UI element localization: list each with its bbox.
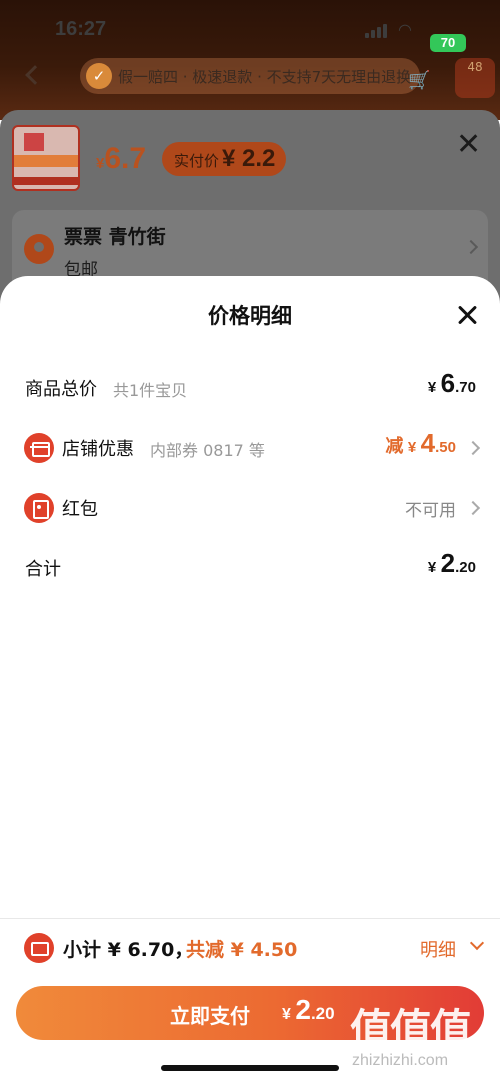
- guarantee-text: 假一赔四 · 极速退款 · 不支持7天无理由退换: [118, 68, 412, 86]
- battery-icon: 70: [430, 34, 466, 52]
- home-indicator[interactable]: [161, 1065, 339, 1071]
- background-price: ¥6.7: [96, 142, 147, 175]
- shop-icon: [24, 433, 54, 463]
- status-bar: 16:27 ◠ 70: [0, 12, 500, 52]
- total-discount-text: 共减 ¥ 4.50: [186, 939, 298, 961]
- bottom-divider: [0, 918, 500, 919]
- row-label: 红包: [62, 499, 98, 520]
- row-label: 合计: [25, 559, 61, 580]
- background-close-icon[interactable]: ✕: [456, 130, 481, 160]
- real-price-pill: 实付价 ¥ 2.2: [162, 142, 286, 176]
- floating-badge[interactable]: 48: [455, 58, 495, 98]
- row-label: 商品总价: [25, 379, 97, 400]
- coupon-icon: [24, 933, 54, 963]
- red-packet-status: 不可用: [405, 501, 456, 521]
- signal-icon: [365, 24, 387, 38]
- row-goods-total: 商品总价 共1件宝贝 ¥ 6.70: [0, 368, 500, 408]
- sum-price: ¥ 2.20: [427, 548, 476, 578]
- watermark-url: zhizhizhi.com: [352, 1052, 449, 1069]
- row-sum: 合计 ¥ 2.20: [0, 548, 500, 588]
- row-shop-discount[interactable]: 店铺优惠 内部券 0817 等 减 ¥ 4.50: [0, 428, 500, 468]
- cart-icon[interactable]: 🛒: [408, 70, 430, 91]
- status-time: 16:27: [55, 18, 107, 40]
- guarantee-banner[interactable]: ✓ 假一赔四 · 极速退款 · 不支持7天无理由退换: [80, 58, 420, 94]
- row-sub: 内部券 0817 等: [150, 441, 265, 460]
- pay-label: 立即支付: [170, 1004, 250, 1028]
- subtotal-text: 小计 ¥ 6.70，: [63, 939, 194, 961]
- location-pin-icon: [24, 234, 54, 264]
- address-name: 票票 青竹街: [64, 226, 166, 248]
- row-red-packet[interactable]: 红包 不可用: [0, 488, 500, 528]
- shield-icon: ✓: [86, 63, 112, 89]
- detail-toggle[interactable]: 明细: [420, 936, 456, 962]
- close-icon[interactable]: [455, 303, 481, 329]
- row-sub: 共1件宝贝: [113, 381, 188, 400]
- watermark-logo: 值值值: [350, 1005, 472, 1054]
- row-label: 店铺优惠: [62, 439, 134, 460]
- wifi-icon: ◠: [398, 20, 412, 39]
- pay-amount: ¥ 2.20: [282, 994, 335, 1025]
- shop-discount-amount: 减 ¥ 4.50: [385, 428, 456, 458]
- chevron-right-icon: [465, 440, 481, 456]
- goods-total-price: ¥ 6.70: [427, 368, 476, 398]
- red-packet-icon: [24, 493, 54, 523]
- product-thumbnail: [12, 125, 80, 191]
- chevron-right-icon: [465, 500, 481, 516]
- sheet-title: 价格明细: [208, 304, 292, 328]
